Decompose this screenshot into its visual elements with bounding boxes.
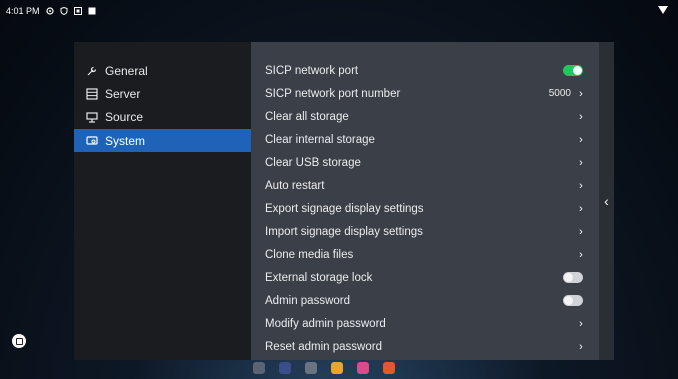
row-label: Modify admin password (265, 317, 386, 330)
settings-gear-icon (45, 7, 54, 15)
sidebar-item-label: Server (105, 86, 141, 101)
sidebar-item-source[interactable]: Source (74, 105, 251, 128)
system-icon (86, 135, 98, 147)
chevron-right-icon: › (579, 87, 583, 100)
sicp-network-port-toggle[interactable] (563, 65, 583, 76)
admin-password-toggle[interactable] (563, 295, 583, 306)
row-label: Clone media files (265, 248, 354, 261)
row-label: Clear all storage (265, 110, 349, 123)
sidebar-item-server[interactable]: Server (74, 82, 251, 105)
row-label: External storage lock (265, 271, 373, 284)
system-settings-list: SICP network port SICP network port numb… (251, 42, 599, 360)
source-icon (86, 111, 98, 123)
modify-admin-password-row[interactable]: Modify admin password › (251, 312, 599, 335)
dock-app-icon[interactable] (357, 362, 369, 374)
reset-admin-password-row[interactable]: Reset admin password › (251, 335, 599, 358)
chevron-right-icon: › (579, 133, 583, 146)
wifi-icon (658, 6, 668, 14)
square-icon (88, 7, 96, 15)
chevron-right-icon: › (579, 179, 583, 192)
settings-sidebar: General Server Source System (74, 42, 251, 360)
admin-password-row[interactable]: Admin password (251, 289, 599, 312)
status-bar: 4:01 PM (0, 0, 678, 22)
shield-icon (60, 6, 68, 16)
dock-app-icon[interactable] (331, 362, 343, 374)
row-label: Clear internal storage (265, 133, 375, 146)
row-label: Reset admin password (265, 340, 382, 353)
row-label: Auto restart (265, 179, 325, 192)
status-time: 4:01 PM (6, 6, 40, 16)
export-settings-row[interactable]: Export signage display settings › (251, 197, 599, 220)
sicp-network-port-row[interactable]: SICP network port (251, 59, 599, 82)
dock-app-icon[interactable] (253, 362, 265, 374)
clone-media-files-row[interactable]: Clone media files › (251, 243, 599, 266)
row-label: SICP network port (265, 64, 359, 77)
wrench-icon (86, 65, 98, 77)
app-dock (251, 360, 453, 376)
row-label: SICP network port number (265, 87, 401, 100)
chevron-right-icon: › (579, 248, 583, 261)
home-button[interactable] (12, 334, 26, 348)
row-label: Import signage display settings (265, 225, 423, 238)
row-label: Clear USB storage (265, 156, 361, 169)
row-label: Admin password (265, 294, 351, 307)
clear-internal-storage-row[interactable]: Clear internal storage › (251, 128, 599, 151)
chevron-right-icon: › (579, 225, 583, 238)
chevron-right-icon: › (579, 202, 583, 215)
clear-usb-storage-row[interactable]: Clear USB storage › (251, 151, 599, 174)
external-storage-lock-row[interactable]: External storage lock (251, 266, 599, 289)
sidebar-item-label: General (105, 63, 148, 78)
sidebar-item-label: Source (105, 109, 144, 124)
collapse-panel-button[interactable]: ‹ (599, 42, 614, 360)
chevron-right-icon: › (579, 110, 583, 123)
sicp-network-port-number-row[interactable]: SICP network port number 5000 › (251, 82, 599, 105)
import-settings-row[interactable]: Import signage display settings › (251, 220, 599, 243)
dock-app-icon[interactable] (305, 362, 317, 374)
external-storage-lock-toggle[interactable] (563, 272, 583, 283)
clear-all-storage-row[interactable]: Clear all storage › (251, 105, 599, 128)
sidebar-item-label: System (105, 133, 146, 148)
sidebar-item-system[interactable]: System (74, 129, 251, 152)
server-icon (86, 87, 98, 100)
auto-restart-row[interactable]: Auto restart › (251, 174, 599, 197)
home-square-icon (15, 337, 23, 345)
chevron-right-icon: › (579, 340, 583, 353)
chevron-left-icon: ‹ (604, 193, 609, 209)
notification-icon (73, 7, 82, 15)
port-number-value: 5000 (548, 88, 571, 99)
row-label: Export signage display settings (265, 202, 424, 215)
dock-app-icon[interactable] (383, 362, 395, 374)
sidebar-item-general[interactable]: General (74, 59, 251, 82)
chevron-right-icon: › (579, 156, 583, 169)
dock-app-icon[interactable] (279, 362, 291, 374)
chevron-right-icon: › (579, 317, 583, 330)
